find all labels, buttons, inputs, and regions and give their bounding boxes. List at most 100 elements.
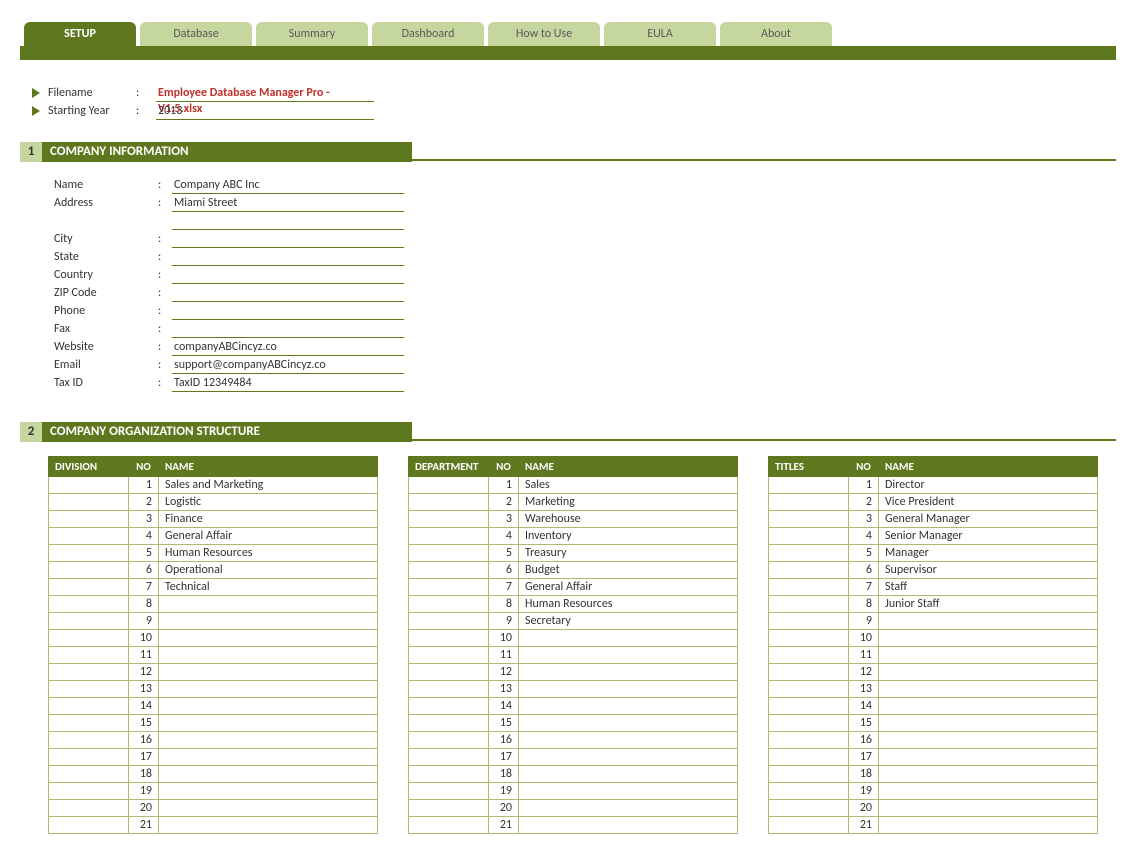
cell-category[interactable]	[409, 681, 489, 698]
cell-name[interactable]: Operational	[159, 562, 378, 579]
cell-category[interactable]	[49, 715, 129, 732]
cell-name[interactable]	[159, 715, 378, 732]
form-input[interactable]: TaxID 12349484	[172, 375, 404, 392]
form-input[interactable]	[172, 321, 404, 338]
cell-name[interactable]	[519, 766, 738, 783]
form-input[interactable]	[172, 267, 404, 284]
cell-category[interactable]	[409, 732, 489, 749]
cell-name[interactable]	[879, 800, 1098, 817]
cell-category[interactable]	[49, 698, 129, 715]
cell-category[interactable]	[49, 664, 129, 681]
cell-name[interactable]	[519, 817, 738, 834]
cell-category[interactable]	[769, 698, 849, 715]
cell-name[interactable]	[879, 766, 1098, 783]
cell-name[interactable]: Director	[879, 477, 1098, 494]
cell-name[interactable]: Technical	[159, 579, 378, 596]
form-input[interactable]	[172, 285, 404, 302]
cell-name[interactable]: Senior Manager	[879, 528, 1098, 545]
cell-category[interactable]	[49, 783, 129, 800]
form-input[interactable]	[172, 213, 404, 230]
cell-name[interactable]	[879, 715, 1098, 732]
form-input[interactable]: support@companyABCincyz.co	[172, 357, 404, 374]
tab-eula[interactable]: EULA	[604, 22, 716, 46]
cell-category[interactable]	[409, 630, 489, 647]
cell-category[interactable]	[49, 528, 129, 545]
cell-name[interactable]	[879, 647, 1098, 664]
cell-category[interactable]	[769, 783, 849, 800]
cell-name[interactable]	[879, 630, 1098, 647]
cell-category[interactable]	[409, 494, 489, 511]
cell-name[interactable]	[159, 681, 378, 698]
cell-name[interactable]	[519, 800, 738, 817]
cell-name[interactable]	[879, 613, 1098, 630]
cell-name[interactable]	[879, 732, 1098, 749]
cell-name[interactable]: General Affair	[159, 528, 378, 545]
cell-name[interactable]: Staff	[879, 579, 1098, 596]
cell-name[interactable]	[159, 630, 378, 647]
cell-name[interactable]: Sales and Marketing	[159, 477, 378, 494]
cell-category[interactable]	[49, 545, 129, 562]
cell-category[interactable]	[409, 800, 489, 817]
cell-name[interactable]	[159, 664, 378, 681]
cell-category[interactable]	[409, 528, 489, 545]
tab-dashboard[interactable]: Dashboard	[372, 22, 484, 46]
form-input[interactable]: Miami Street	[172, 195, 404, 212]
cell-name[interactable]: Vice President	[879, 494, 1098, 511]
cell-name[interactable]	[879, 817, 1098, 834]
cell-name[interactable]	[519, 783, 738, 800]
cell-name[interactable]	[519, 664, 738, 681]
cell-name[interactable]: Marketing	[519, 494, 738, 511]
form-input[interactable]: Company ABC Inc	[172, 177, 404, 194]
cell-name[interactable]	[159, 783, 378, 800]
cell-category[interactable]	[49, 579, 129, 596]
cell-category[interactable]	[769, 800, 849, 817]
cell-name[interactable]	[879, 664, 1098, 681]
cell-category[interactable]	[409, 613, 489, 630]
cell-category[interactable]	[49, 732, 129, 749]
cell-category[interactable]	[769, 715, 849, 732]
cell-category[interactable]	[769, 528, 849, 545]
form-input[interactable]	[172, 231, 404, 248]
cell-name[interactable]	[879, 749, 1098, 766]
cell-name[interactable]	[159, 749, 378, 766]
cell-category[interactable]	[49, 647, 129, 664]
cell-category[interactable]	[769, 817, 849, 834]
cell-category[interactable]	[769, 511, 849, 528]
cell-category[interactable]	[409, 783, 489, 800]
cell-category[interactable]	[769, 732, 849, 749]
cell-name[interactable]	[159, 766, 378, 783]
cell-name[interactable]: Budget	[519, 562, 738, 579]
cell-category[interactable]	[769, 545, 849, 562]
cell-category[interactable]	[409, 664, 489, 681]
cell-name[interactable]: Junior Staff	[879, 596, 1098, 613]
cell-category[interactable]	[409, 511, 489, 528]
cell-name[interactable]	[879, 698, 1098, 715]
cell-category[interactable]	[769, 766, 849, 783]
cell-name[interactable]	[159, 698, 378, 715]
form-input[interactable]	[172, 249, 404, 266]
cell-category[interactable]	[49, 477, 129, 494]
cell-category[interactable]	[409, 817, 489, 834]
cell-category[interactable]	[49, 681, 129, 698]
cell-name[interactable]: Warehouse	[519, 511, 738, 528]
cell-name[interactable]: Logistic	[159, 494, 378, 511]
cell-name[interactable]: General Manager	[879, 511, 1098, 528]
cell-name[interactable]: Supervisor	[879, 562, 1098, 579]
cell-name[interactable]	[159, 613, 378, 630]
cell-name[interactable]	[159, 596, 378, 613]
cell-name[interactable]	[159, 732, 378, 749]
cell-category[interactable]	[49, 562, 129, 579]
cell-category[interactable]	[409, 647, 489, 664]
cell-category[interactable]	[409, 545, 489, 562]
cell-name[interactable]: Treasury	[519, 545, 738, 562]
cell-category[interactable]	[49, 613, 129, 630]
cell-name[interactable]	[159, 647, 378, 664]
cell-name[interactable]: Human Resources	[519, 596, 738, 613]
cell-category[interactable]	[409, 579, 489, 596]
cell-category[interactable]	[769, 681, 849, 698]
cell-category[interactable]	[409, 749, 489, 766]
cell-name[interactable]	[519, 630, 738, 647]
cell-category[interactable]	[409, 766, 489, 783]
cell-category[interactable]	[49, 817, 129, 834]
cell-name[interactable]: Finance	[159, 511, 378, 528]
